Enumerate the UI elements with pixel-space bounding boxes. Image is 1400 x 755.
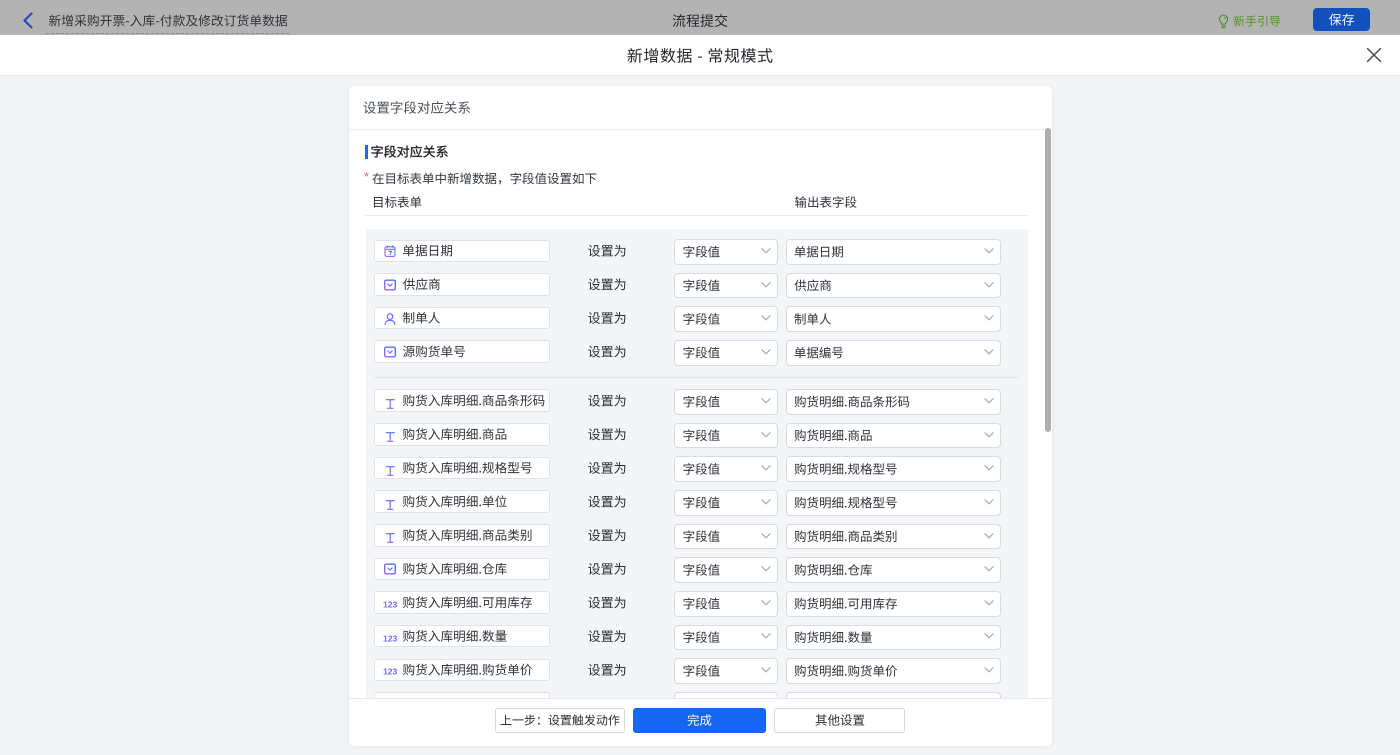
svg-text:*: * <box>364 170 369 182</box>
svg-text:123: 123 <box>383 633 398 643</box>
svg-text:123: 123 <box>383 599 398 609</box>
svg-text:123: 123 <box>383 667 398 677</box>
